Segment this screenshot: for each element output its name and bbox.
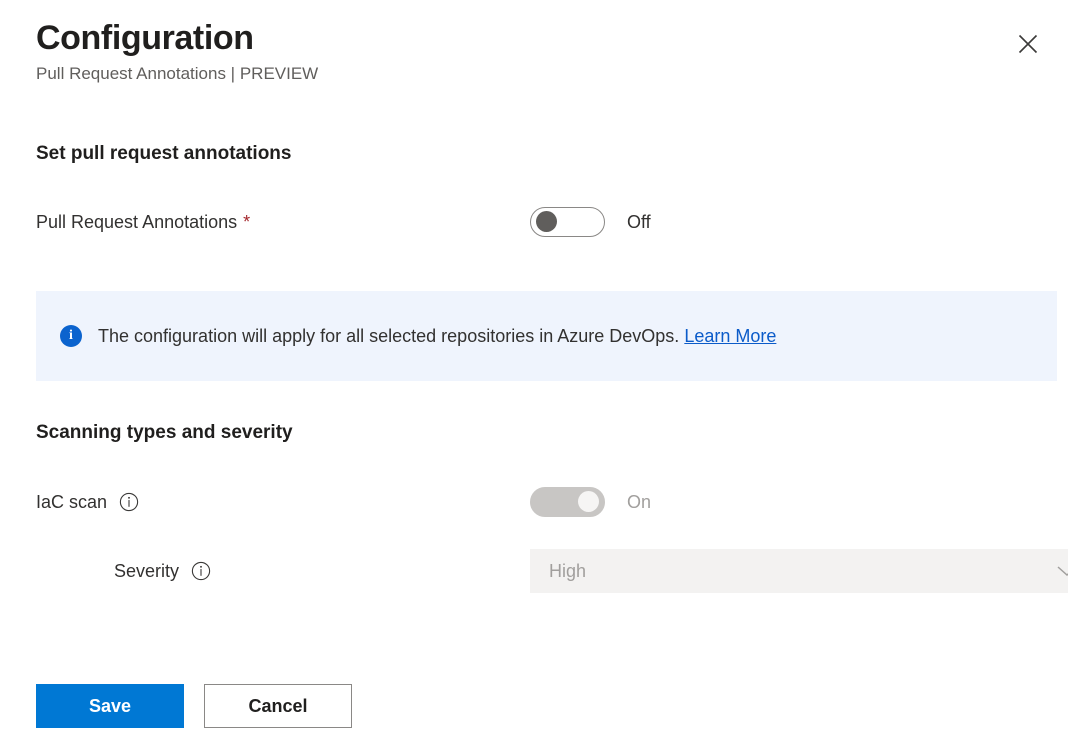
cancel-button[interactable]: Cancel (204, 684, 352, 728)
field-row-severity: Severity High (36, 549, 1068, 593)
info-banner-text: The configuration will apply for all sel… (98, 324, 776, 348)
required-asterisk: * (243, 212, 251, 232)
footer-actions: Save Cancel (36, 684, 352, 728)
severity-info-icon[interactable] (191, 561, 211, 581)
learn-more-link[interactable]: Learn More (684, 326, 776, 346)
section-heading-scanning-types-severity: Scanning types and severity (36, 422, 293, 443)
severity-dropdown: High (530, 549, 1068, 593)
panel-header: Configuration Pull Request Annotations |… (36, 16, 1032, 86)
toggle-knob (578, 491, 599, 512)
info-banner: i The configuration will apply for all s… (36, 291, 1057, 381)
toggle-knob (536, 211, 557, 232)
severity-label: Severity (36, 559, 211, 583)
iac-scan-toggle-state: On (627, 492, 652, 512)
field-row-iac-scan: IaC scan On (36, 482, 1057, 522)
section-heading-set-annotations: Set pull request annotations (36, 143, 292, 164)
chevron-down-icon (1056, 564, 1068, 578)
severity-dropdown-value: High (549, 561, 587, 581)
iac-scan-toggle (530, 487, 605, 517)
iac-scan-label: IaC scan (36, 490, 139, 514)
close-button[interactable] (1010, 26, 1046, 62)
close-icon (1017, 33, 1039, 55)
iac-scan-label-text: IaC scan (36, 492, 108, 512)
info-banner-message: The configuration will apply for all sel… (98, 326, 680, 346)
pull-request-annotations-toggle-state: Off (627, 212, 651, 232)
save-button[interactable]: Save (36, 684, 184, 728)
pull-request-annotations-control: Off (530, 207, 651, 237)
pull-request-annotations-toggle[interactable] (530, 207, 605, 237)
iac-scan-control: On (530, 487, 651, 517)
pull-request-annotations-label: Pull Request Annotations * (36, 210, 250, 234)
field-row-pull-request-annotations: Pull Request Annotations * Off (36, 202, 1057, 242)
page-subtitle: Pull Request Annotations | PREVIEW (36, 64, 319, 83)
pull-request-annotations-label-text: Pull Request Annotations (36, 212, 238, 232)
severity-label-text: Severity (114, 561, 180, 581)
iac-scan-info-icon[interactable] (119, 492, 139, 512)
page-title: Configuration (36, 19, 254, 57)
info-filled-icon: i (60, 325, 82, 347)
